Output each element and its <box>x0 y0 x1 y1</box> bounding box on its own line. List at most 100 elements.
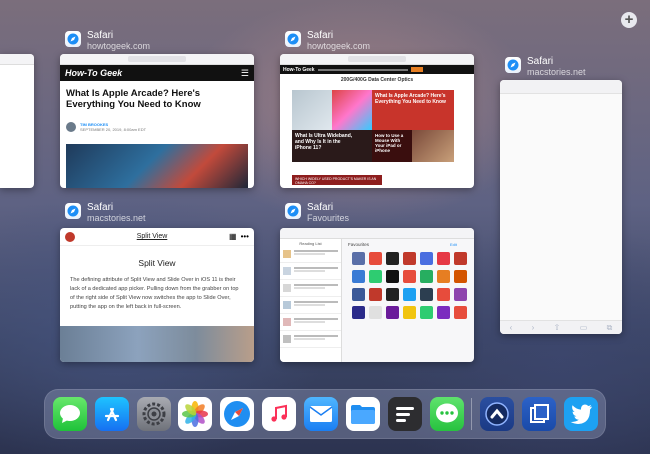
favourite-tile[interactable] <box>420 288 433 301</box>
partial-app-card[interactable] <box>0 54 34 188</box>
favourite-tile[interactable] <box>386 270 399 283</box>
notes-app-icon[interactable] <box>388 397 422 431</box>
safari-app-icon[interactable] <box>220 397 254 431</box>
safari-compass-icon <box>285 31 301 47</box>
favourite-tile[interactable] <box>352 288 365 301</box>
app-name: Safari <box>87 202 114 213</box>
favourite-tile[interactable] <box>420 306 433 319</box>
nav-title[interactable]: Split View <box>137 233 168 240</box>
app-card-macstories-slideover[interactable]: ‹ › ⇧ ▭ ⧉ <box>500 80 622 334</box>
back-icon[interactable]: ‹ <box>510 323 513 332</box>
safari-toolbar: ‹ › ⇧ ▭ ⧉ <box>500 320 622 334</box>
reading-list-item[interactable] <box>280 280 341 297</box>
favourite-tile[interactable] <box>454 306 467 319</box>
app-card-macstories-article[interactable]: Split View ▦ ••• Split View The defining… <box>60 228 254 362</box>
reading-list-item[interactable] <box>280 246 341 263</box>
favourite-tile[interactable] <box>352 270 365 283</box>
macstories-logo-icon <box>65 231 75 242</box>
favourite-tile[interactable] <box>386 306 399 319</box>
forward-icon[interactable]: › <box>532 323 535 332</box>
favourite-tile[interactable] <box>403 270 416 283</box>
byline: TIM BROOKES SEPTEMBER 20, 2019, 8:00am E… <box>60 119 254 132</box>
mail-app-icon[interactable] <box>304 397 338 431</box>
promo-banner: WHICH WIDELY USED PRODUCT'S MAKER IS AN … <box>292 175 382 185</box>
photos-app-icon[interactable] <box>178 397 212 431</box>
safari-compass-icon <box>285 203 301 219</box>
favourite-tile[interactable] <box>437 270 450 283</box>
app-name: Safari <box>307 30 334 41</box>
favourite-tile[interactable] <box>420 270 433 283</box>
grid-icon[interactable]: ▦ <box>229 232 237 241</box>
screens-app-icon[interactable] <box>480 397 514 431</box>
scanner-app-icon[interactable] <box>522 397 556 431</box>
url-bar <box>280 228 474 239</box>
messages-app-icon[interactable] <box>53 397 87 431</box>
favourite-tile[interactable] <box>454 288 467 301</box>
ad-banner: 200G/400G Data Center Optics <box>280 74 474 90</box>
site-name: Favourites <box>307 213 350 223</box>
story-tile[interactable]: How to Use a Mouse With Your iPad or iPh… <box>372 130 412 162</box>
tabs-icon[interactable]: ⧉ <box>607 323 613 333</box>
site-header: How-To Geek <box>280 65 474 74</box>
favourite-tile[interactable] <box>454 270 467 283</box>
favourite-tile[interactable] <box>369 270 382 283</box>
favourite-tile[interactable] <box>386 288 399 301</box>
edit-button[interactable]: Edit <box>450 242 457 247</box>
article-headline: What Is Apple Arcade? Here's Everything … <box>66 88 201 110</box>
reading-list-item[interactable] <box>280 331 341 348</box>
safari-compass-icon <box>505 57 521 73</box>
featured-grid: What Is Apple Arcade? Here's Everything … <box>292 90 462 164</box>
favourites-header: Favourites <box>348 242 370 247</box>
favourite-tile[interactable] <box>369 306 382 319</box>
favourite-tile[interactable] <box>403 306 416 319</box>
favourite-tile[interactable] <box>352 306 365 319</box>
site-name: macstories.net <box>527 67 586 77</box>
add-space-button[interactable]: + <box>621 12 637 28</box>
reading-list-item[interactable] <box>280 314 341 331</box>
story-tile[interactable]: What Is Apple Arcade? Here's Everything … <box>372 90 454 130</box>
url-bar <box>60 54 254 65</box>
favourite-tile[interactable] <box>437 288 450 301</box>
site-header: How-To Geek ☰ <box>60 65 254 81</box>
favourite-tile[interactable] <box>437 252 450 265</box>
app-card-howtogeek-article[interactable]: How-To Geek ☰ What Is Apple Arcade? Here… <box>60 54 254 188</box>
favourites-grid <box>352 252 468 319</box>
dock-separator <box>471 398 472 430</box>
reading-list-item[interactable] <box>280 263 341 280</box>
card-label: Safari howtogeek.com <box>65 30 150 52</box>
more-icon[interactable]: ••• <box>241 232 249 241</box>
favourite-tile[interactable] <box>420 252 433 265</box>
whatsapp-app-icon[interactable] <box>430 397 464 431</box>
article-screenshot <box>60 326 254 362</box>
promo-text: WHICH WIDELY USED PRODUCT'S MAKER IS AN … <box>295 177 377 185</box>
music-app-icon[interactable] <box>262 397 296 431</box>
story-title: How to Use a Mouse With Your iPad or iPh… <box>375 133 404 153</box>
share-icon[interactable]: ⇧ <box>554 323 561 332</box>
article-navbar: Split View ▦ ••• <box>60 228 254 246</box>
article-date: SEPTEMBER 20, 2019, 8:00am EDT <box>80 127 147 132</box>
story-title: What Is Apple Arcade? Here's Everything … <box>375 93 446 105</box>
bookmarks-icon[interactable]: ▭ <box>580 323 588 332</box>
featured-image <box>292 90 332 130</box>
favourite-tile[interactable] <box>352 252 365 265</box>
app-name: Safari <box>307 202 334 213</box>
app-store-app-icon[interactable] <box>95 397 129 431</box>
sidebar-title: Reading List <box>299 241 322 246</box>
site-logo: How-To Geek <box>283 66 315 73</box>
app-card-howtogeek-home[interactable]: How-To Geek 200G/400G Data Center Optics… <box>280 54 474 188</box>
reading-list-item[interactable] <box>280 297 341 314</box>
favourite-tile[interactable] <box>437 306 450 319</box>
story-tile[interactable]: What Is Ultra Wideband, and Why Is It in… <box>292 130 372 162</box>
favourite-tile[interactable] <box>454 252 467 265</box>
favourite-tile[interactable] <box>403 288 416 301</box>
menu-icon[interactable]: ☰ <box>241 68 249 79</box>
twitter-app-icon[interactable] <box>564 397 598 431</box>
app-card-safari-favourites[interactable]: Reading List Favourites Edit <box>280 228 474 362</box>
favourite-tile[interactable] <box>403 252 416 265</box>
featured-image <box>332 90 372 130</box>
favourite-tile[interactable] <box>386 252 399 265</box>
files-app-icon[interactable] <box>346 397 380 431</box>
favourite-tile[interactable] <box>369 288 382 301</box>
settings-app-icon[interactable] <box>137 397 171 431</box>
favourite-tile[interactable] <box>369 252 382 265</box>
